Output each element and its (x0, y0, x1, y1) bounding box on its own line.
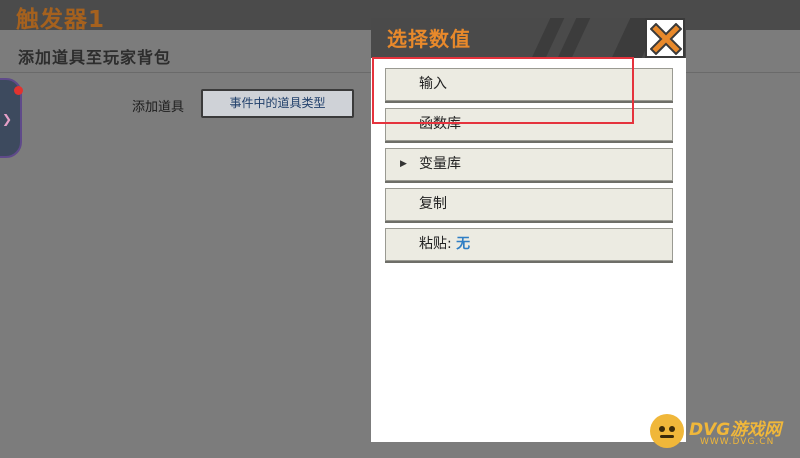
logo-eye (659, 426, 665, 432)
menu-item-label: 复制 (419, 196, 447, 212)
paste-value: 无 (456, 236, 471, 252)
menu-item-paste[interactable]: 粘贴: 无 (385, 228, 673, 261)
triangle-right-icon: ▶ (400, 159, 407, 169)
menu-item-copy[interactable]: 复制 (385, 188, 673, 221)
menu-item-variable-library[interactable]: ▶ 变量库 (385, 148, 673, 181)
add-item-label: 添加道具 (132, 100, 185, 115)
close-icon (650, 23, 682, 55)
logo-eye (669, 426, 675, 432)
logo-mouth (660, 435, 674, 438)
window-title: 触发器1 (16, 7, 106, 33)
menu-item-label: 变量库 (419, 156, 461, 172)
notification-dot (14, 86, 23, 95)
chevron-right-icon: ❯ (2, 112, 13, 126)
highlight-annotation (372, 57, 634, 124)
dialog-title: 选择数值 (387, 27, 471, 51)
header-stripe (557, 18, 591, 58)
menu-item-label: 粘贴: (419, 236, 452, 252)
dialog-header: 选择数值 (371, 18, 686, 58)
watermark-subtext: WWW.DVG.CN (700, 437, 775, 447)
watermark-logo-icon (650, 414, 684, 448)
section-title: 添加道具至玩家背包 (18, 48, 172, 67)
add-item-type-button[interactable]: 事件中的道具类型 (201, 89, 354, 118)
close-button[interactable] (645, 18, 685, 58)
